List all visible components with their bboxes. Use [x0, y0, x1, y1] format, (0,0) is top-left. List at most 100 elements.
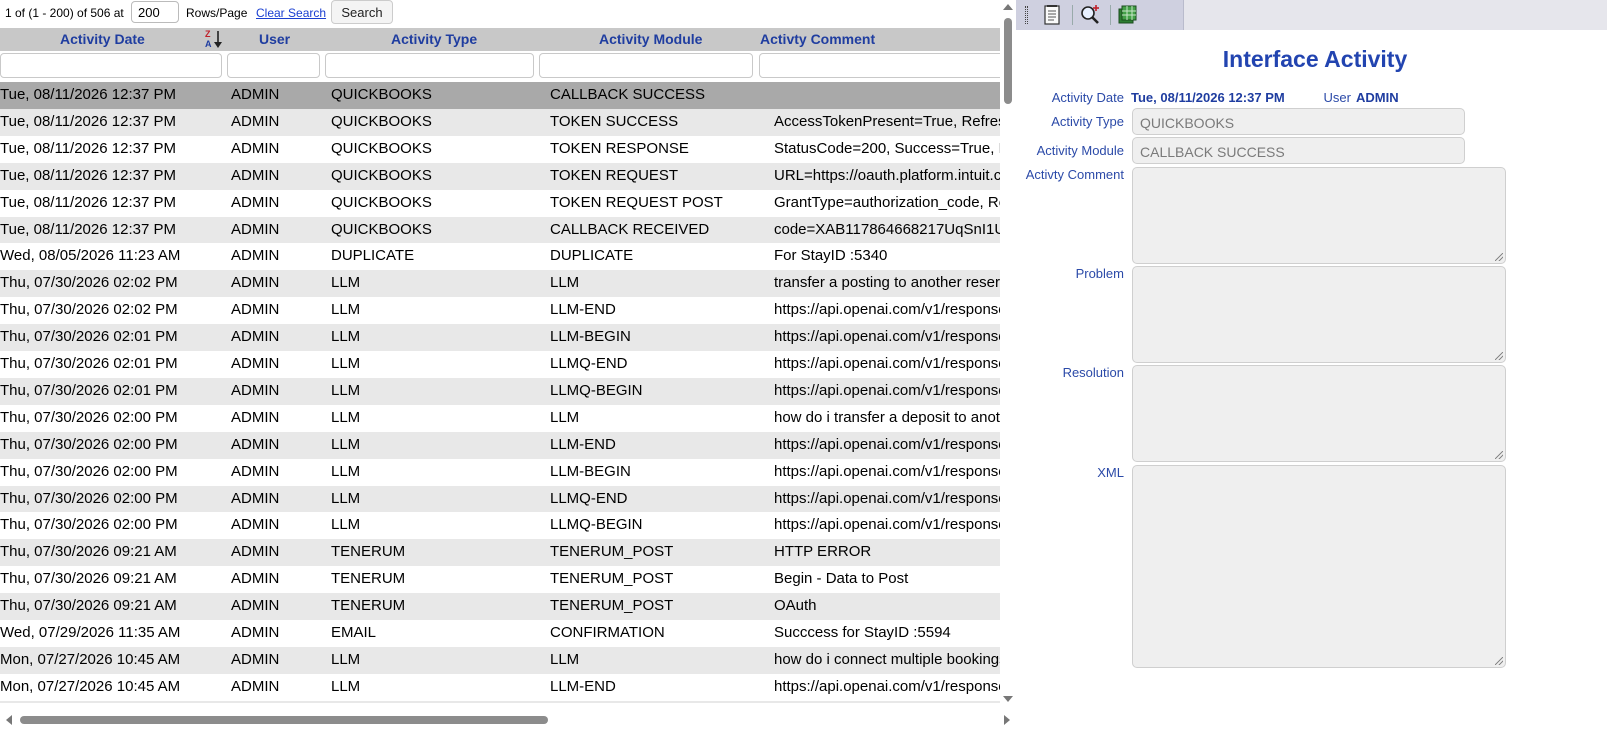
cell-activity-comment: how do i connect multiple bookings tog	[774, 650, 1000, 668]
table-row[interactable]: Tue, 08/11/2026 12:37 PM ADMIN QUICKBOOKS T…	[0, 162, 1000, 190]
cell-activity-module: TENERUM_POST	[550, 543, 674, 561]
cell-activity-date: Thu, 07/30/2026 02:00 PM	[0, 516, 178, 534]
cell-activity-type: QUICKBOOKS	[331, 139, 432, 157]
table-row[interactable]: Tue, 08/11/2026 12:37 PM ADMIN QUICKBOOKS C…	[0, 216, 1000, 244]
form-title: Interface Activity	[1222, 46, 1408, 72]
table-row[interactable]: Thu, 07/30/2026 02:00 PM ADMIN LLM LLM-BEGI…	[0, 458, 1000, 486]
cell-user: ADMIN	[231, 355, 280, 372]
cell-user: ADMIN	[231, 489, 280, 507]
cell-activity-comment: GrantType=authorization_code, Redirect	[774, 193, 1000, 211]
table-row[interactable]: Thu, 07/30/2026 02:02 PM ADMIN LLM LLM trans…	[0, 270, 1000, 298]
scroll-down-icon[interactable]	[1003, 696, 1013, 702]
table-row[interactable]: Thu, 07/30/2026 02:00 PM ADMIN LLM LLMQ-END…	[0, 485, 1000, 513]
table-row[interactable]: Thu, 07/30/2026 09:21 AM ADMIN TENERUM TENE…	[0, 566, 1000, 594]
cell-activity-type: LLM	[331, 516, 361, 534]
resize-grip-icon[interactable]	[1495, 352, 1503, 360]
filter-activity-type[interactable]	[325, 53, 534, 78]
cell-activity-type: QUICKBOOKS	[331, 220, 432, 238]
table-row[interactable]: Wed, 07/29/2026 11:35 AM ADMIN EMAIL CONFIR…	[0, 620, 1000, 647]
cell-activity-type: QUICKBOOKS	[331, 166, 432, 184]
problem-textarea[interactable]	[1132, 266, 1506, 363]
activity-type-field[interactable]: QUICKBOOKS	[1132, 108, 1465, 135]
cell-activity-type: LLM	[331, 274, 361, 292]
sort-z-a-icon[interactable]: Z A	[204, 28, 226, 50]
cell-user: ADMIN	[231, 381, 280, 399]
activity-module-field[interactable]: CALLBACK SUCCESS	[1132, 137, 1465, 164]
filter-activity-comment[interactable]	[759, 53, 1004, 78]
cell-activity-module: TENERUM_POST	[550, 597, 674, 615]
table-row[interactable]: Thu, 07/30/2026 09:21 AM ADMIN TENERUM TENE…	[0, 539, 1000, 567]
export-icon[interactable]	[1114, 3, 1142, 27]
table-row[interactable]: Mon, 07/27/2026 10:45 AM ADMIN LLM LLM how d…	[0, 646, 1000, 674]
scroll-up-icon[interactable]	[1003, 4, 1013, 10]
xml-textarea[interactable]	[1132, 465, 1506, 668]
table-row[interactable]: Thu, 07/30/2026 02:01 PM ADMIN LLM LLMQ-END…	[0, 351, 1000, 378]
table-row[interactable]: Wed, 08/05/2026 11:23 AM ADMIN DUPLICATE DU…	[0, 243, 1000, 271]
cell-activity-comment: https://api.openai.com/v1/responses	[774, 328, 1000, 346]
filter-activity-module[interactable]	[539, 53, 753, 78]
notepad-icon[interactable]	[1038, 3, 1066, 27]
table-row[interactable]: Tue, 08/11/2026 12:37 PM ADMIN QUICKBOOKS T…	[0, 135, 1000, 163]
activity-comment-textarea[interactable]	[1132, 167, 1506, 264]
resolution-label: Resolution	[1062, 365, 1124, 380]
horizontal-scrollbar[interactable]	[0, 712, 1016, 728]
col-user[interactable]: User	[259, 31, 290, 47]
search-button[interactable]: Search	[331, 0, 393, 24]
cell-activity-module: TOKEN REQUEST POST	[550, 193, 723, 211]
table-row[interactable]: Thu, 07/30/2026 09:21 AM ADMIN TENERUM TENE…	[0, 593, 1000, 621]
cell-activity-comment: AccessTokenPresent=True, RefreshToken	[774, 112, 1000, 130]
scroll-right-icon[interactable]	[1004, 715, 1010, 725]
cell-user: ADMIN	[231, 435, 280, 453]
table-row[interactable]: Mon, 07/27/2026 10:45 AMADMINLLMLLM-BEGI…	[0, 700, 1000, 703]
cell-activity-comment: code=XAB117864668217UqSnI1UtV4	[774, 220, 1000, 238]
table-row[interactable]: Thu, 07/30/2026 02:00 PM ADMIN LLM LLMQ-BEG…	[0, 512, 1000, 540]
filter-user[interactable]	[227, 53, 320, 78]
cell-activity-date: Wed, 07/29/2026 11:35 AM	[0, 624, 181, 641]
resize-grip-icon[interactable]	[1495, 253, 1503, 261]
col-activity-date[interactable]: Activity Date	[60, 31, 145, 47]
col-activity-module[interactable]: Activity Module	[599, 31, 702, 47]
table-row[interactable]: Thu, 07/30/2026 02:00 PM ADMIN LLM LLM-END h…	[0, 431, 1000, 459]
toolbar-separator	[1072, 5, 1073, 25]
table-row[interactable]: Tue, 08/11/2026 12:37 PM ADMIN QUICKBOOKS T…	[0, 189, 1000, 217]
user-value: ADMIN	[1356, 90, 1399, 105]
activity-comment-label: Activty Comment	[1025, 167, 1124, 182]
table-row[interactable]: Tue, 08/11/2026 12:37 PM ADMIN QUICKBOOKS C…	[0, 82, 1000, 109]
scroll-thumb[interactable]	[20, 716, 548, 724]
col-activity-comment[interactable]: Activty Comment	[760, 31, 875, 47]
resize-grip-icon[interactable]	[1495, 657, 1503, 665]
activity-type-label: Activity Type	[1051, 114, 1124, 129]
resolution-textarea[interactable]	[1132, 365, 1506, 462]
svg-text:Z: Z	[205, 29, 211, 39]
scroll-thumb[interactable]	[1004, 18, 1012, 104]
zoom-icon[interactable]	[1076, 3, 1104, 27]
problem-label: Problem	[1075, 266, 1124, 281]
grip-icon	[1025, 6, 1028, 24]
clear-search-link[interactable]: Clear Search	[256, 6, 326, 20]
table-row[interactable]: Thu, 07/30/2026 02:02 PM ADMIN LLM LLM-END h…	[0, 297, 1000, 325]
cell-activity-date: Mon, 07/27/2026 10:45 AM	[0, 650, 181, 668]
table-row[interactable]: Thu, 07/30/2026 02:00 PM ADMIN LLM LLM how d…	[0, 404, 1000, 432]
resize-grip-icon[interactable]	[1495, 451, 1503, 459]
cell-activity-type: TENERUM	[331, 543, 406, 561]
table-row[interactable]: Thu, 07/30/2026 02:01 PM ADMIN LLM LLM-BEGI…	[0, 324, 1000, 352]
cell-activity-type: QUICKBOOKS	[331, 193, 432, 211]
filter-activity-date[interactable]	[0, 53, 222, 78]
table-row[interactable]: Mon, 07/27/2026 10:45 AM ADMIN LLM LLM-END h…	[0, 673, 1000, 701]
cell-activity-date: Tue, 08/11/2026 12:37 PM	[0, 220, 176, 238]
cell-activity-date: Thu, 07/30/2026 02:00 PM	[0, 462, 178, 480]
cell-activity-date: Thu, 07/30/2026 02:00 PM	[0, 489, 178, 507]
cell-activity-module: LLM-END	[550, 435, 616, 453]
pager-text: 1 of (1 - 200) of 506 at	[5, 6, 124, 20]
cell-activity-module: LLM-END	[550, 301, 616, 319]
vertical-scrollbar[interactable]	[1000, 0, 1016, 705]
rows-per-page-input[interactable]	[131, 1, 179, 23]
cell-activity-comment: https://api.openai.com/v1/responses	[774, 489, 1000, 507]
table-row[interactable]: Thu, 07/30/2026 02:01 PM ADMIN LLM LLMQ-BEG…	[0, 377, 1000, 405]
cell-user: ADMIN	[231, 570, 280, 588]
scroll-left-icon[interactable]	[6, 715, 12, 725]
activity-list-pane: 1 of (1 - 200) of 506 at Rows/Page Clear…	[0, 0, 1016, 730]
col-activity-type[interactable]: Activity Type	[391, 31, 477, 47]
activity-date-value: Tue, 08/11/2026 12:37 PM	[1131, 90, 1285, 105]
table-row[interactable]: Tue, 08/11/2026 12:37 PM ADMIN QUICKBOOKS T…	[0, 108, 1000, 136]
